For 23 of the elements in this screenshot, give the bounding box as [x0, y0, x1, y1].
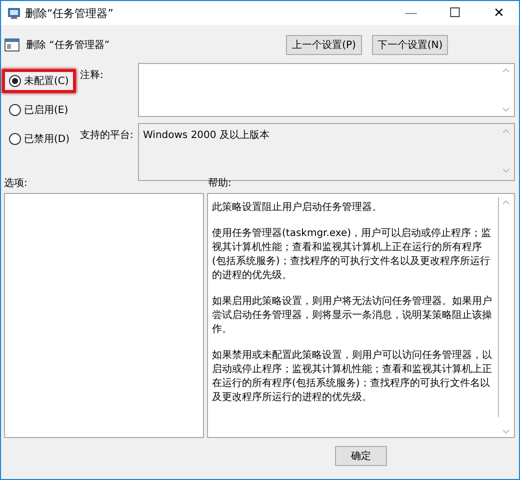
- help-paragraph: 如果禁用或未配置此策略设置，则用户可以访问任务管理器，以启动或停止程序；监视其计算机性能；查看和监视其计算机上正在运行的所有程序(包括系统服务)；查找程序的可执行文件名以及更改程序所运行的进程的优先级。: [212, 349, 493, 405]
- window-title: 删除“任务管理器”: [25, 6, 114, 20]
- policy-setting-icon: [4, 37, 20, 53]
- radio-option[interactable]: 未配置(C): [2, 69, 76, 93]
- help-paragraph: 如果启用此策略设置，则用户将无法访问任务管理器。如果用户尝试启动任务管理器，则将显示一条消息，说明某策略阻止该操作。: [212, 295, 493, 337]
- radio-option[interactable]: 已启用(E): [2, 98, 76, 122]
- platform-value: Windows 2000 及以上版本: [142, 128, 270, 143]
- help-label: 帮助:: [207, 176, 232, 190]
- nav-button[interactable]: 下一个设置(N): [372, 35, 448, 55]
- policy-icon: [7, 6, 21, 20]
- help-paragraph: 此策略设置阻止用户启动任务管理器。: [212, 201, 383, 215]
- options-label: 选项:: [4, 176, 28, 190]
- help-paragraph: 使用任务管理器(taskmgr.exe)，用户可以启动或停止程序；监视其计算机性能；查看和监视其计算机上正在运行的所有程序(包括系统服务)；查找程序的可执行文件名以及更改程序所运行的进程的优先级。: [212, 227, 492, 283]
- comment-label: 注释:: [80, 68, 104, 83]
- platform-label: 支持的平台:: [80, 128, 134, 143]
- radio-option[interactable]: 已禁用(D): [2, 127, 77, 151]
- comment-field[interactable]: [138, 63, 515, 117]
- nav-button[interactable]: 上一个设置(P): [286, 35, 362, 55]
- minimize-button[interactable]: —: [391, 1, 431, 25]
- policy-title: 删除 “任务管理器”: [26, 39, 110, 52]
- maximize-button[interactable]: ☐: [435, 1, 475, 25]
- close-button[interactable]: ✕: [479, 1, 519, 25]
- ok-button[interactable]: 确定: [335, 446, 387, 466]
